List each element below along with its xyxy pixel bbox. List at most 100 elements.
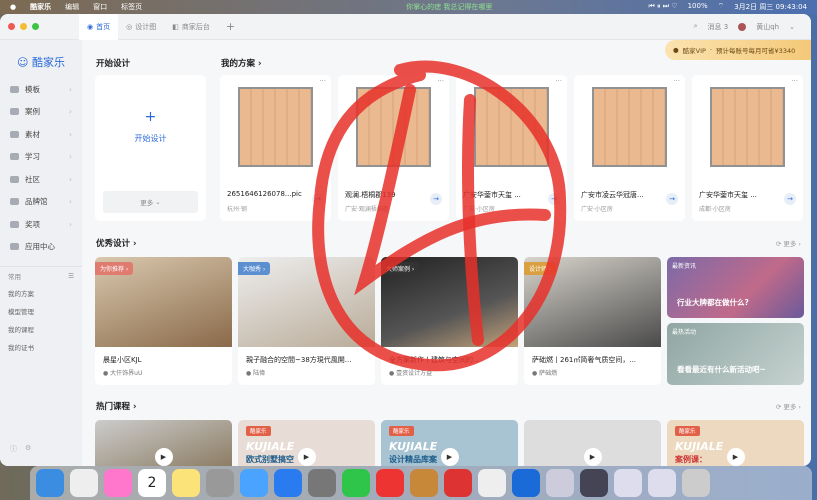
plan-card[interactable]: ··· 广安市凌云华冠唐... 广安·小区房 →: [574, 75, 685, 221]
plan-card[interactable]: ··· 观澜.梧桐郡139 广安·观澜梧桐郡 →: [338, 75, 449, 221]
sidebar-item-materials[interactable]: 素材 ›: [0, 123, 82, 146]
more-options-icon[interactable]: ···: [673, 77, 680, 85]
more-options-icon[interactable]: ···: [437, 77, 444, 85]
design-author[interactable]: ● 壹资设计方益: [389, 368, 432, 377]
arrow-right-icon[interactable]: →: [430, 193, 442, 205]
arrow-right-icon[interactable]: →: [548, 193, 560, 205]
start-design-button[interactable]: 开始设计: [95, 133, 206, 144]
sidebar-item-awards[interactable]: 奖项 ›: [0, 213, 82, 236]
play-icon[interactable]: ▶: [726, 448, 745, 466]
activity-card[interactable]: 最热活动 看看最近有什么新活动吧~: [667, 323, 804, 385]
start-design-card[interactable]: + 开始设计 更多 ⌄: [95, 75, 206, 221]
vip-banner[interactable]: ● 酷家VIP · 预计每账号每月可省¥3340: [665, 40, 811, 60]
arrow-right-icon[interactable]: →: [312, 193, 324, 205]
search-icon[interactable]: ⌕: [694, 22, 698, 31]
messages-link[interactable]: 消息 3: [708, 22, 729, 32]
close-button[interactable]: [8, 23, 15, 30]
common-my-courses[interactable]: 我的课程: [0, 320, 82, 338]
finder-icon[interactable]: [36, 469, 64, 497]
common-my-plans[interactable]: 我的方案: [0, 284, 82, 302]
app-store-icon[interactable]: [274, 469, 302, 497]
common-model-management[interactable]: 模型管理: [0, 302, 82, 320]
menu-window[interactable]: 窗口: [93, 2, 107, 12]
design-card[interactable]: 设计师 › 萨础燃丨261㎡简奢气质空间，... ● 萨础燃: [524, 257, 661, 385]
design-author[interactable]: ● 大仟饰界uU: [103, 368, 142, 377]
play-icon[interactable]: ▶: [440, 448, 459, 466]
more-options-icon[interactable]: ···: [319, 77, 326, 85]
launchpad-icon[interactable]: [70, 469, 98, 497]
autocad-icon[interactable]: [444, 469, 472, 497]
design-author[interactable]: ● 萨础燃: [532, 368, 557, 377]
tab-home[interactable]: ◉ 首页: [79, 14, 119, 40]
tab-merchant[interactable]: ◧ 商家后台: [164, 14, 218, 40]
common-my-certificates[interactable]: 我的证书: [0, 338, 82, 356]
floorplan-thumbnail: [238, 87, 313, 167]
arrow-right-icon[interactable]: →: [666, 193, 678, 205]
calculator-icon[interactable]: [206, 469, 234, 497]
design-card[interactable]: 大师案例 › 全方案新作丨建筑与空间的... ● 壹资设计方益: [381, 257, 518, 385]
wechat-icon[interactable]: [342, 469, 370, 497]
design-author[interactable]: ● 陆偉: [246, 368, 265, 377]
wifi-icon[interactable]: ⌔: [718, 2, 725, 12]
arrow-right-icon[interactable]: →: [784, 193, 796, 205]
kujiale-icon[interactable]: [512, 469, 540, 497]
more-button[interactable]: 更多 ⌄: [103, 191, 198, 213]
course-card[interactable]: ▶: [524, 420, 661, 466]
sidebar-item-templates[interactable]: 模板 ›: [0, 78, 82, 101]
squirrel-icon[interactable]: [410, 469, 438, 497]
design-card[interactable]: 大咖秀 › 親子融合的空間~38方現代風開... ● 陆偉: [238, 257, 375, 385]
preview-icon[interactable]: [546, 469, 574, 497]
sidebar-item-learn[interactable]: 学习 ›: [0, 146, 82, 169]
window-thumbnail[interactable]: [648, 469, 676, 497]
help-icon[interactable]: ⓘ: [10, 444, 17, 454]
new-tab-button[interactable]: +: [218, 14, 243, 40]
course-card[interactable]: 酷家乐 KUJIALE 案例课： ▶: [667, 420, 804, 466]
trash-icon[interactable]: [682, 469, 710, 497]
chevron-down-icon[interactable]: ⌄: [789, 23, 795, 31]
sidebar-item-brands[interactable]: 品牌馆 ›: [0, 191, 82, 214]
plan-card[interactable]: ··· 广安华蓥市天玺 ... 成都·小区房 →: [692, 75, 803, 221]
photos-icon[interactable]: [104, 469, 132, 497]
list-icon[interactable]: ☰: [68, 272, 74, 280]
menu-app[interactable]: 酷家乐: [30, 2, 51, 12]
designs-more-link[interactable]: ⟳ 更多 ›: [776, 238, 801, 248]
minimize-button[interactable]: [20, 23, 27, 30]
logo[interactable]: ☺ 酷家乐: [0, 54, 82, 70]
plan-card[interactable]: ··· 广安华蓥市天玺 ... 广安·小区房 →: [456, 75, 567, 221]
media-controls-icon[interactable]: ⏮ ⏸ ⏭ ♡: [649, 2, 678, 12]
sidebar-item-apps[interactable]: 应用中心: [0, 236, 82, 259]
sidebar-item-community[interactable]: 社区 ›: [0, 168, 82, 191]
notes-icon[interactable]: [172, 469, 200, 497]
more-options-icon[interactable]: ···: [555, 77, 562, 85]
sidebar-item-cases[interactable]: 案例 ›: [0, 101, 82, 124]
design-card[interactable]: 为你推荐 › 晨星小区KJL ● 大仟饰界uU: [95, 257, 232, 385]
plans-heading[interactable]: 我的方案 ›: [221, 57, 261, 69]
play-icon[interactable]: ▶: [583, 448, 602, 466]
play-icon[interactable]: ▶: [154, 448, 173, 466]
designs-heading[interactable]: 优秀设计 ›: [96, 237, 136, 249]
zoom-button[interactable]: [32, 23, 39, 30]
window-thumbnail[interactable]: [614, 469, 642, 497]
plan-card[interactable]: ··· 2651646126078...pic 杭州·钢 →: [220, 75, 331, 221]
menu-tabs[interactable]: 标签页: [121, 2, 142, 12]
courses-heading[interactable]: 热门课程 ›: [96, 400, 136, 412]
avatar[interactable]: [738, 22, 747, 31]
settings-icon[interactable]: ⚙: [25, 444, 31, 454]
app-icon[interactable]: [478, 469, 506, 497]
apple-icon[interactable]: ●: [10, 3, 16, 11]
menu-edit[interactable]: 编辑: [65, 2, 79, 12]
netease-music-icon[interactable]: [376, 469, 404, 497]
calendar-icon[interactable]: 2: [138, 469, 166, 497]
settings-app-icon[interactable]: [308, 469, 336, 497]
tab-design[interactable]: ◎ 设计图: [118, 14, 164, 40]
play-icon[interactable]: ▶: [297, 448, 316, 466]
safari-icon[interactable]: [240, 469, 268, 497]
more-options-icon[interactable]: ···: [791, 77, 798, 85]
user-name[interactable]: 黄山qh: [756, 22, 779, 32]
news-card[interactable]: 最新资讯 行业大牌都在做什么?: [667, 257, 804, 318]
course-card[interactable]: ▶: [95, 420, 232, 466]
course-card[interactable]: 酷家乐 KUJIALE 设计精品库案 ▶: [381, 420, 518, 466]
course-card[interactable]: 酷家乐 KUJIALE 欧式别墅搞空 ▶: [238, 420, 375, 466]
window-thumbnail[interactable]: [580, 469, 608, 497]
courses-more-link[interactable]: ⟳ 更多 ›: [776, 401, 801, 411]
